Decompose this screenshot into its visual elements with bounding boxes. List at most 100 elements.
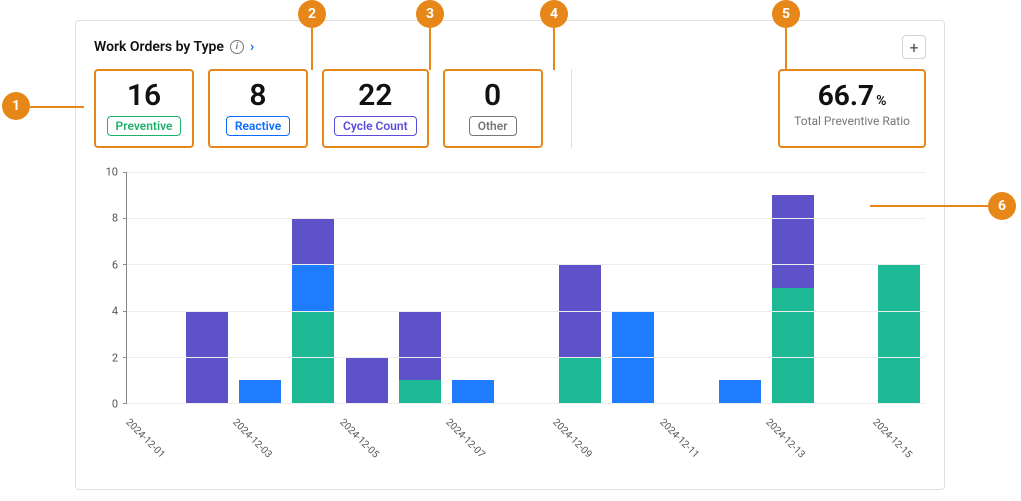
y-axis: 0246810: [94, 172, 122, 404]
x-tick-label: 2024-12-13: [764, 417, 807, 460]
stacked-bar[interactable]: [452, 172, 494, 403]
stacked-bar[interactable]: [239, 172, 281, 403]
y-tick-mark: [123, 311, 127, 312]
bar-segment-cycle-count: [772, 195, 814, 287]
y-tick-mark: [123, 218, 127, 219]
bar-slot: [447, 172, 500, 403]
x-tick-label: 2024-12-01: [124, 417, 167, 460]
grid-line: [127, 218, 926, 219]
card-value: 8: [249, 79, 266, 112]
stacked-bar[interactable]: [186, 172, 228, 403]
y-tick-label: 6: [112, 258, 118, 271]
x-slot: 2024-12-13: [766, 404, 819, 452]
x-slot: 2024-12-09: [553, 404, 606, 452]
callout-line: [429, 28, 431, 70]
info-icon[interactable]: i: [230, 40, 244, 54]
bar-segment-reactive: [452, 380, 494, 403]
bar-slot: [234, 172, 287, 403]
y-tick-mark: [123, 172, 127, 173]
grid-line: [127, 311, 926, 312]
card-tag: Other: [469, 116, 517, 136]
bar-slot: [340, 172, 393, 403]
ratio-value: 66.7%: [818, 79, 887, 112]
x-slot: [819, 404, 872, 452]
callout-line: [553, 28, 555, 70]
bars-container: [127, 172, 926, 403]
stacked-bar[interactable]: [133, 172, 175, 403]
x-slot: [713, 404, 766, 452]
y-tick-label: 4: [112, 305, 118, 318]
x-slot: [606, 404, 659, 452]
card-value: 22: [358, 79, 392, 112]
bar-segment-reactive: [239, 380, 281, 403]
bar-slot: [660, 172, 713, 403]
card-other[interactable]: 0 Other: [443, 69, 543, 148]
x-tick-label: 2024-12-11: [657, 417, 700, 460]
callout-3: 3: [416, 0, 444, 28]
panel-title-wrap: Work Orders by Type i ›: [94, 39, 254, 55]
x-slot: 2024-12-07: [446, 404, 499, 452]
x-slot: 2024-12-03: [233, 404, 286, 452]
x-slot: 2024-12-05: [339, 404, 392, 452]
card-preventive-ratio[interactable]: 66.7% Total Preventive Ratio: [778, 69, 926, 148]
vertical-divider: [571, 69, 572, 148]
grid-line: [127, 172, 926, 173]
card-value: 0: [484, 79, 501, 112]
panel-title: Work Orders by Type: [94, 39, 224, 55]
add-button[interactable]: +: [902, 35, 926, 59]
bar-segment-preventive: [559, 357, 601, 403]
x-tick-label: 2024-12-15: [870, 417, 913, 460]
x-slot: 2024-12-15: [873, 404, 926, 452]
x-slot: 2024-12-11: [659, 404, 712, 452]
chevron-right-icon[interactable]: ›: [250, 39, 254, 55]
x-tick-label: 2024-12-07: [444, 417, 487, 460]
stacked-bar[interactable]: [665, 172, 707, 403]
bar-segment-preventive: [772, 288, 814, 404]
stacked-bar[interactable]: [825, 172, 867, 403]
callout-6: 6: [988, 192, 1016, 220]
plus-icon: +: [909, 38, 918, 57]
card-tag: Preventive: [107, 116, 182, 136]
card-preventive[interactable]: 16 Preventive: [94, 69, 194, 148]
stacked-bar[interactable]: [292, 172, 334, 403]
x-slot: [393, 404, 446, 452]
stacked-bar[interactable]: [505, 172, 547, 403]
bar-slot: [393, 172, 446, 403]
stacked-bar[interactable]: [719, 172, 761, 403]
bar-slot: [500, 172, 553, 403]
bar-segment-reactive: [719, 380, 761, 403]
bar-slot: [606, 172, 659, 403]
work-orders-panel: Work Orders by Type i › + 16 Preventive …: [75, 20, 945, 490]
card-cycle-count[interactable]: 22 Cycle Count: [322, 69, 429, 148]
stacked-bar[interactable]: [399, 172, 441, 403]
x-tick-label: 2024-12-03: [230, 417, 273, 460]
bar-segment-reactive: [292, 264, 334, 310]
bar-segment-cycle-count: [346, 357, 388, 403]
x-slot: [499, 404, 552, 452]
card-reactive[interactable]: 8 Reactive: [208, 69, 308, 148]
y-tick-label: 0: [112, 398, 118, 411]
bar-slot: [819, 172, 872, 403]
bar-segment-preventive: [878, 264, 920, 403]
summary-cards: 16 Preventive 8 Reactive 22 Cycle Count …: [94, 69, 926, 148]
grid-line: [127, 357, 926, 358]
bar-segment-preventive: [399, 380, 441, 403]
callout-1: 1: [2, 92, 30, 120]
callout-5: 5: [772, 0, 800, 28]
card-tag: Reactive: [226, 116, 290, 136]
callout-2: 2: [298, 0, 326, 28]
stacked-bar[interactable]: [772, 172, 814, 403]
stacked-bar[interactable]: [346, 172, 388, 403]
bar-slot: [180, 172, 233, 403]
stacked-bar[interactable]: [612, 172, 654, 403]
x-tick-label: 2024-12-05: [337, 417, 380, 460]
bar-segment-cycle-count: [292, 218, 334, 264]
bar-slot: [713, 172, 766, 403]
x-slot: [286, 404, 339, 452]
grid-line: [127, 264, 926, 265]
callout-4: 4: [540, 0, 568, 28]
stacked-bar[interactable]: [559, 172, 601, 403]
y-tick-mark: [123, 357, 127, 358]
x-tick-label: 2024-12-09: [550, 417, 593, 460]
x-slot: 2024-12-01: [126, 404, 179, 452]
